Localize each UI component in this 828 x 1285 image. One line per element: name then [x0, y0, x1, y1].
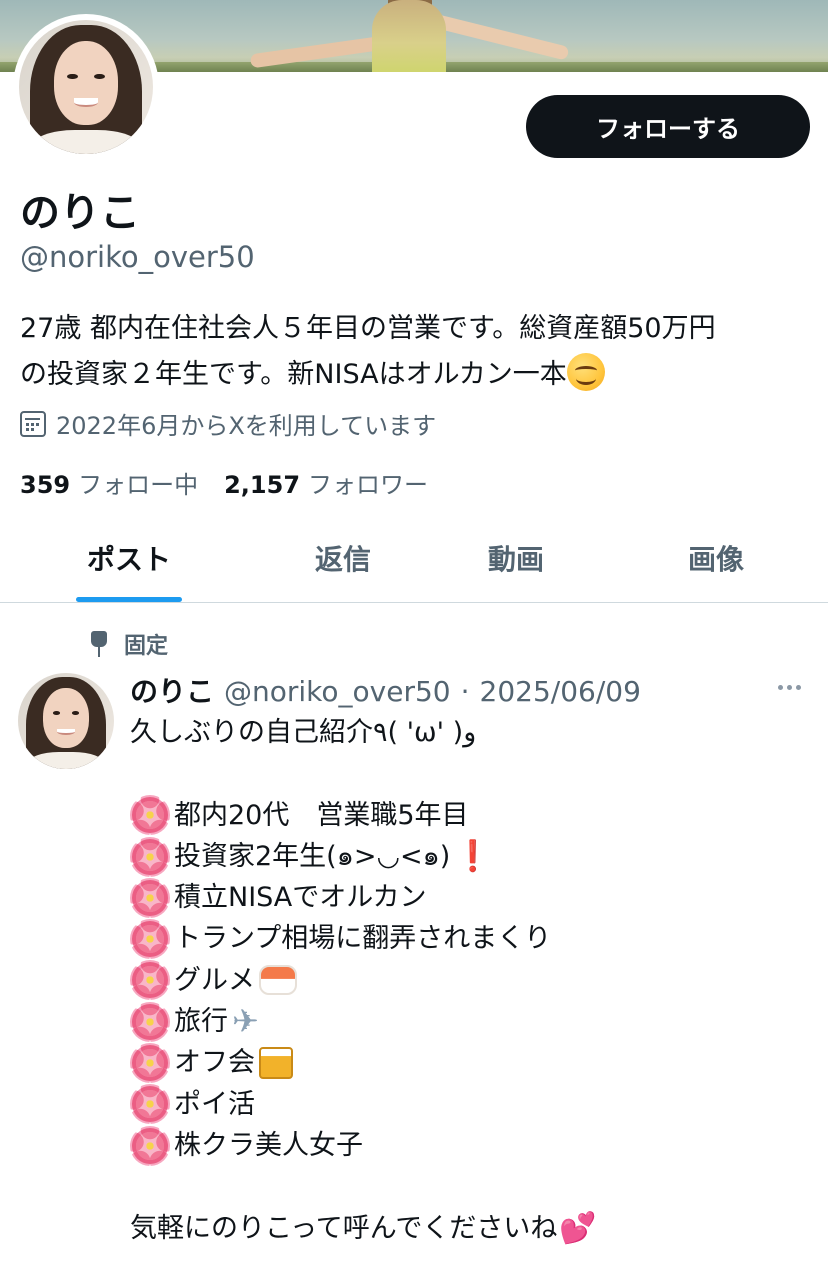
- post-line: 都内20代 営業職5年目: [130, 795, 810, 836]
- profile-stats: 359 フォロー中 2,157 フォロワー: [20, 465, 428, 500]
- post-line: 久しぶりの自己紹介٩( 'ω' )و: [130, 717, 477, 748]
- bio-line: の投資家２年生です。新NISAはオルカン一本: [20, 352, 820, 398]
- exclamation-icon: ❗: [454, 838, 492, 874]
- following-count: 359: [20, 471, 71, 499]
- post-line: グルメ: [130, 960, 810, 1001]
- avatar-photo: [18, 673, 114, 769]
- post-line: 気軽にのりこって呼んでくださいね 💕: [130, 1208, 810, 1249]
- post-line: 積立NISAでオルカン: [130, 877, 810, 918]
- post-line: 旅行 ✈: [130, 1001, 810, 1042]
- profile-avatar[interactable]: [13, 14, 159, 160]
- post-author-name[interactable]: のりこ: [130, 670, 214, 710]
- cherry-blossom-icon: [130, 960, 170, 1001]
- post-author-handle[interactable]: @noriko_over50: [224, 675, 451, 708]
- more-options-icon[interactable]: [778, 685, 801, 690]
- beer-mugs-icon: [259, 1047, 293, 1080]
- follow-button[interactable]: フォローする: [526, 95, 810, 158]
- profile-bio: 27歳 都内在住社会人５年目の営業です。総資産額50万円 の投資家２年生です。新…: [20, 306, 820, 398]
- tab-posts[interactable]: ポスト: [76, 514, 182, 602]
- cherry-blossom-icon: [130, 877, 170, 918]
- cherry-blossom-icon: [130, 836, 170, 877]
- cherry-blossom-icon: [130, 795, 170, 836]
- joined-text: 2022年6月からXを利用しています: [56, 412, 437, 440]
- profile-handle: @noriko_over50: [20, 240, 255, 274]
- post-line: オフ会: [130, 1042, 810, 1084]
- profile-display-name: のりこ: [20, 190, 140, 236]
- followers-label: フォロワー: [308, 471, 429, 499]
- bio-line: 27歳 都内在住社会人５年目の営業です。総資産額50万円: [20, 313, 716, 344]
- smiling-face-icon: [566, 353, 605, 391]
- post-header: のりこ @noriko_over50 · 2025/06/09: [130, 670, 641, 710]
- pinned-label: 固定: [124, 634, 169, 659]
- banner-figure-body: [372, 0, 446, 72]
- pinned-indicator: 固定: [88, 628, 168, 660]
- two-hearts-icon: 💕: [559, 1210, 597, 1246]
- followers-count: 2,157: [224, 471, 301, 499]
- post-line: トランプ相場に翻弄されまくり: [130, 918, 810, 960]
- cherry-blossom-icon: [130, 1125, 170, 1166]
- following-label: フォロー中: [78, 471, 199, 499]
- cherry-blossom-icon: [130, 919, 170, 960]
- cherry-blossom-icon: [130, 1043, 170, 1084]
- cherry-blossom-icon: [130, 1001, 170, 1042]
- post-author-avatar[interactable]: [18, 673, 114, 769]
- tab-replies[interactable]: 返信: [290, 514, 396, 602]
- pin-icon: [88, 629, 110, 659]
- post-date[interactable]: 2025/06/09: [480, 675, 641, 708]
- tab-videos[interactable]: 動画: [463, 514, 569, 602]
- post-line: 株クラ美人女子: [130, 1125, 810, 1166]
- profile-joined-date: 2022年6月からXを利用しています: [20, 406, 436, 441]
- banner-figure-arm-right: [430, 13, 570, 61]
- airplane-icon: ✈: [232, 1002, 259, 1041]
- post-line: 投資家2年生(๑>◡<๑) ❗: [130, 836, 810, 877]
- following-link[interactable]: 359 フォロー中: [20, 465, 198, 500]
- calendar-icon: [20, 410, 46, 437]
- cherry-blossom-icon: [130, 1084, 170, 1125]
- avatar-photo: [19, 20, 153, 154]
- followers-link[interactable]: 2,157 フォロワー: [224, 465, 428, 500]
- active-tab-indicator: [76, 597, 182, 602]
- tab-images[interactable]: 画像: [663, 514, 769, 602]
- post-text: 久しぶりの自己紹介٩( 'ω' )و 都内20代 営業職5年目 投資家2年生(๑…: [130, 712, 810, 1249]
- profile-tabs: ポスト 返信 動画 画像: [0, 514, 828, 603]
- post-line: ポイ活: [130, 1084, 810, 1125]
- post-separator: ·: [460, 675, 470, 708]
- sushi-icon: [259, 965, 297, 996]
